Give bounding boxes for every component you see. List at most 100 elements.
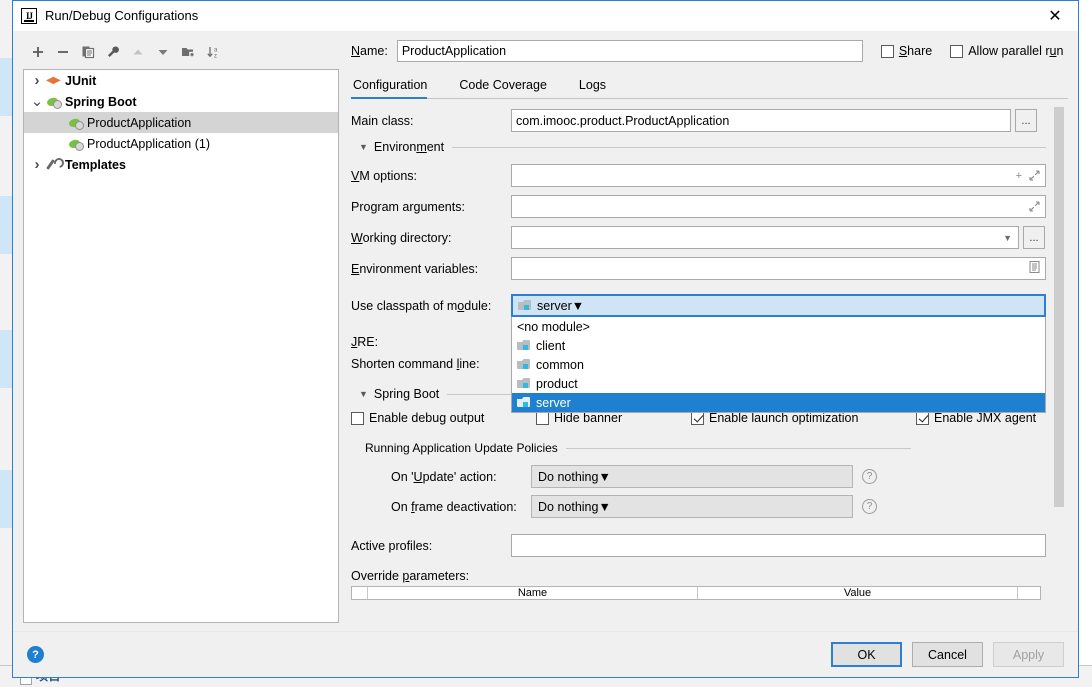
close-icon[interactable]: ✕ bbox=[1032, 1, 1078, 31]
chevron-right-icon[interactable]: › bbox=[28, 156, 46, 173]
shorten-command-line-label: Shorten command line: bbox=[351, 357, 480, 371]
working-directory-row: Working directory: ▼ ... bbox=[351, 226, 1046, 249]
tab-configuration[interactable]: Configuration bbox=[351, 78, 439, 99]
enable-jmx-agent-checkbox-box[interactable] bbox=[916, 411, 929, 425]
enable-debug-output-checkbox-box[interactable] bbox=[351, 411, 364, 425]
main-class-row: Main class: com.imooc.product.ProductApp… bbox=[351, 109, 1046, 132]
hide-banner-checkbox[interactable]: Hide banner bbox=[536, 411, 622, 425]
module-option-label: common bbox=[536, 357, 584, 372]
dialog-title: Run/Debug Configurations bbox=[45, 8, 199, 23]
dialog-title-bar: IJ Run/Debug Configurations ✕ bbox=[13, 1, 1078, 31]
enable-launch-optimization-checkbox[interactable]: Enable launch optimization bbox=[691, 411, 858, 425]
module-option-product[interactable]: product bbox=[512, 374, 1045, 393]
name-label: Name: bbox=[351, 44, 388, 58]
override-column-header-1[interactable]: Name bbox=[368, 587, 698, 599]
chevron-down-icon[interactable]: ⌄ bbox=[28, 94, 46, 109]
program-arguments-input[interactable] bbox=[511, 195, 1046, 218]
module-dropdown-list[interactable]: <no module> client common product server bbox=[511, 317, 1046, 413]
ok-button[interactable]: OK bbox=[831, 642, 902, 667]
on-frame-deactivation-row: On frame deactivation: Do nothing ▼ ? bbox=[351, 495, 1046, 518]
on-frame-deactivation-combo[interactable]: Do nothing ▼ bbox=[531, 495, 853, 518]
folder-add-icon[interactable] bbox=[177, 41, 199, 63]
tree-item-productapplication-1[interactable]: ProductApplication (1) bbox=[24, 133, 338, 154]
wrench-icon[interactable] bbox=[102, 41, 124, 63]
allow-parallel-run-checkbox[interactable]: Allow parallel run bbox=[950, 44, 1063, 58]
working-directory-combo[interactable]: ▼ bbox=[511, 226, 1019, 249]
question-icon[interactable]: ? bbox=[862, 499, 877, 514]
triangle-up-icon[interactable] bbox=[127, 41, 149, 63]
running-update-policies-title: Running Application Update Policies bbox=[365, 441, 558, 455]
tree-item-label: JUnit bbox=[65, 73, 97, 88]
svg-text:z: z bbox=[214, 54, 217, 60]
enable-jmx-agent-checkbox[interactable]: Enable JMX agent bbox=[916, 411, 1036, 425]
module-option-no-module[interactable]: <no module> bbox=[512, 317, 1045, 336]
module-icon bbox=[517, 377, 531, 390]
module-icon bbox=[517, 339, 531, 352]
tab-logs[interactable]: Logs bbox=[577, 78, 618, 98]
module-option-client[interactable]: client bbox=[512, 336, 1045, 355]
tree-item-templates[interactable]: › Templates bbox=[24, 154, 338, 175]
override-column-header-2[interactable]: Value bbox=[698, 587, 1018, 599]
configurations-panel: a z › JUnit ⌄ Spring Boot ProductApplication… bbox=[13, 31, 343, 631]
share-label: Share bbox=[898, 44, 933, 58]
configurations-tree[interactable]: › JUnit ⌄ Spring Boot ProductApplication Prod… bbox=[23, 69, 339, 623]
tree-item-junit[interactable]: › JUnit bbox=[24, 70, 338, 91]
tree-item-label: Templates bbox=[65, 157, 126, 172]
vm-options-label: VM options: bbox=[351, 168, 418, 183]
module-option-common[interactable]: common bbox=[512, 355, 1045, 374]
override-parameters-table[interactable]: Name Value bbox=[351, 586, 1041, 600]
edit-variables-icon[interactable] bbox=[1029, 261, 1040, 276]
allow-parallel-run-checkbox-box[interactable] bbox=[950, 44, 964, 58]
vm-options-input[interactable]: + bbox=[511, 164, 1046, 187]
tree-item-label: ProductApplication (1) bbox=[87, 136, 210, 151]
minus-icon[interactable] bbox=[52, 41, 74, 63]
chevron-down-icon: ▼ bbox=[598, 499, 611, 514]
use-classpath-combo[interactable]: server ▼ bbox=[511, 294, 1046, 317]
override-column-header-3[interactable] bbox=[1018, 587, 1040, 599]
scrollbar-thumb[interactable] bbox=[1054, 107, 1064, 507]
configuration-scrollbar[interactable] bbox=[1052, 107, 1066, 631]
main-class-input[interactable]: com.imooc.product.ProductApplication bbox=[511, 109, 1011, 132]
chevron-right-icon[interactable]: › bbox=[28, 72, 46, 89]
copy-icon[interactable] bbox=[77, 41, 99, 63]
jre-label: JRE: bbox=[351, 335, 379, 349]
triangle-down-icon[interactable] bbox=[152, 41, 174, 63]
expand-editor-icon[interactable] bbox=[1029, 201, 1040, 212]
active-profiles-input[interactable] bbox=[511, 534, 1046, 557]
spring-boot-icon bbox=[46, 94, 62, 110]
enable-debug-output-checkbox[interactable]: Enable debug output bbox=[351, 411, 484, 425]
allow-parallel-run-label: Allow parallel run bbox=[968, 44, 1064, 58]
tree-item-spring-boot[interactable]: ⌄ Spring Boot bbox=[24, 91, 338, 112]
main-class-label: Main class: bbox=[351, 113, 414, 128]
add-vm-option-icon[interactable]: + bbox=[1016, 170, 1022, 182]
expand-editor-icon[interactable] bbox=[1029, 170, 1040, 181]
plus-icon[interactable] bbox=[27, 41, 49, 63]
help-icon[interactable]: ? bbox=[27, 646, 44, 663]
module-option-server[interactable]: server bbox=[512, 393, 1045, 412]
environment-variables-input[interactable] bbox=[511, 257, 1046, 280]
environment-section-header[interactable]: ▼ Environment bbox=[359, 140, 1046, 154]
section-rule bbox=[565, 447, 911, 449]
name-input[interactable] bbox=[396, 40, 863, 62]
module-option-label: server bbox=[536, 395, 571, 410]
cancel-button[interactable]: Cancel bbox=[912, 642, 983, 667]
name-row: Name: Share Allow parallel run bbox=[351, 39, 1068, 63]
share-checkbox-box[interactable] bbox=[880, 44, 894, 58]
sort-az-icon[interactable]: a z bbox=[202, 41, 224, 63]
apply-button[interactable]: Apply bbox=[993, 642, 1064, 667]
on-update-action-combo[interactable]: Do nothing ▼ bbox=[531, 465, 853, 488]
chevron-down-icon: ▼ bbox=[571, 298, 585, 313]
tree-item-productapplication[interactable]: ProductApplication bbox=[24, 112, 338, 133]
main-class-browse-button[interactable]: ... bbox=[1015, 109, 1037, 132]
working-directory-browse-button[interactable]: ... bbox=[1023, 226, 1045, 249]
override-column-header-0[interactable] bbox=[352, 587, 368, 599]
share-checkbox[interactable]: Share bbox=[880, 44, 933, 58]
question-icon[interactable]: ? bbox=[862, 469, 877, 484]
enable-debug-output-checkbox-label: Enable debug output bbox=[369, 411, 485, 425]
enable-launch-optimization-checkbox-box[interactable] bbox=[691, 411, 704, 425]
module-option-label: client bbox=[536, 338, 566, 353]
tab-code-coverage[interactable]: Code Coverage bbox=[457, 78, 559, 98]
hide-banner-checkbox-box[interactable] bbox=[536, 411, 549, 425]
environment-section-title: Environment bbox=[373, 140, 445, 154]
override-parameters-block: Override parameters: Name Value bbox=[351, 569, 1046, 600]
